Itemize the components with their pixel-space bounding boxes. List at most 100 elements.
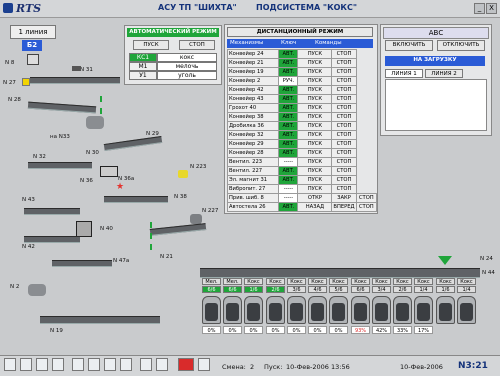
- bunker-silo-icon[interactable]: [436, 296, 455, 324]
- bunker-fraction[interactable]: 2/6: [393, 286, 412, 293]
- start-button[interactable]: ПУСК: [297, 94, 333, 104]
- start-button[interactable]: ПУСК: [297, 49, 333, 59]
- mode-key[interactable]: АВТ.: [278, 85, 299, 95]
- start-button[interactable]: ПУСК: [297, 175, 333, 185]
- stop-all-icon[interactable]: [178, 358, 194, 371]
- conveyor-29[interactable]: [103, 135, 163, 152]
- bunker-fraction[interactable]: 1/4: [457, 286, 476, 293]
- bunker-silo-icon[interactable]: [329, 296, 348, 324]
- bunker-fraction[interactable]: 4/6: [308, 286, 327, 293]
- mode-key[interactable]: АВТ.: [278, 130, 299, 140]
- toolbar-document-icon[interactable]: [72, 358, 84, 371]
- mode-key[interactable]: АВТ.: [278, 139, 299, 149]
- auto-start-button[interactable]: ПУСК: [133, 40, 169, 50]
- start-button[interactable]: ПУСК: [297, 157, 333, 167]
- bunker-silo-icon[interactable]: [372, 296, 391, 324]
- bunker-fraction[interactable]: 3/4: [372, 286, 391, 293]
- stop-button[interactable]: СТОП: [331, 103, 357, 113]
- mode-key[interactable]: АВТ.: [278, 112, 299, 122]
- stop-button[interactable]: СТОП: [331, 130, 357, 140]
- tripper-car-icon[interactable]: [438, 256, 452, 265]
- abc-on-button[interactable]: ВКЛЮЧИТЬ: [385, 40, 433, 51]
- crusher-n2-icon[interactable]: [28, 284, 46, 296]
- conveyor-42[interactable]: [24, 236, 80, 243]
- mode-key[interactable]: АВТ.: [278, 148, 299, 158]
- bunker-silo-icon[interactable]: [393, 296, 412, 324]
- conveyor-47a[interactable]: [52, 260, 112, 267]
- toolbar-print-icon[interactable]: [104, 358, 116, 371]
- auto-row-coal[interactable]: У1 уголь: [129, 71, 217, 80]
- toolbar-help-icon[interactable]: [198, 358, 210, 371]
- toolbar-chart-icon[interactable]: [52, 358, 64, 371]
- conveyor-28[interactable]: [27, 101, 97, 114]
- stop-button[interactable]: СТОП: [331, 157, 357, 167]
- bunker-silo-icon[interactable]: [414, 296, 433, 324]
- toolbar-alarm-icon[interactable]: [156, 358, 168, 371]
- start-button[interactable]: ПУСК: [297, 76, 333, 86]
- distribution-conveyor-24[interactable]: [200, 268, 480, 278]
- start-button[interactable]: ПУСК: [297, 148, 333, 158]
- bunker-fraction[interactable]: 6/6: [202, 286, 221, 293]
- mode-key[interactable]: АВТ.: [278, 58, 299, 68]
- tab-line-1[interactable]: ЛИНИЯ 1: [385, 69, 423, 78]
- bunker-silo-icon[interactable]: [351, 296, 370, 324]
- mode-key[interactable]: -----: [278, 184, 299, 194]
- load-button[interactable]: НА ЗАГРУЗКУ: [385, 56, 485, 66]
- start-button[interactable]: ПУСК: [297, 166, 333, 176]
- command-button[interactable]: ЗАКР: [331, 193, 357, 203]
- mode-key[interactable]: АВТ.: [278, 94, 299, 104]
- bunker-silo-icon[interactable]: [287, 296, 306, 324]
- stop-button[interactable]: СТОП: [331, 85, 357, 95]
- toolbar-folder-icon[interactable]: [88, 358, 100, 371]
- stop-button[interactable]: СТОП: [331, 148, 357, 158]
- start-button[interactable]: ПУСК: [297, 58, 333, 68]
- mode-key[interactable]: АВТ.: [278, 121, 299, 131]
- start-button[interactable]: ПУСК: [297, 130, 333, 140]
- abc-off-button[interactable]: ОТКЛЮЧИТЬ: [437, 40, 485, 51]
- fan-227-icon[interactable]: [190, 214, 202, 224]
- bunker-fraction[interactable]: 5/6: [329, 286, 348, 293]
- bunker-fraction[interactable]: 3/6: [287, 286, 306, 293]
- conveyor-32[interactable]: [28, 162, 92, 169]
- mode-key[interactable]: АВТ.: [278, 202, 299, 212]
- mode-key[interactable]: РУЧ.: [278, 76, 299, 86]
- stop-button[interactable]: СТОП: [331, 76, 357, 86]
- start-button[interactable]: ПУСК: [297, 139, 333, 149]
- mode-key[interactable]: АВТ.: [278, 67, 299, 77]
- stop-button[interactable]: СТОП: [331, 139, 357, 149]
- start-button[interactable]: ПУСК: [297, 184, 333, 194]
- mode-key[interactable]: АВТ.: [278, 175, 299, 185]
- stop-button[interactable]: СТОП: [331, 49, 357, 59]
- bunker-silo-icon[interactable]: [223, 296, 242, 324]
- auto-row-coke[interactable]: КС1 кокс: [129, 53, 217, 62]
- gate-icon[interactable]: [27, 54, 39, 65]
- bunker-fraction[interactable]: 6/6: [351, 286, 370, 293]
- bunker-silo-icon[interactable]: [202, 296, 221, 324]
- stop-button[interactable]: СТОП: [331, 94, 357, 104]
- mode-key[interactable]: АВТ.: [278, 49, 299, 59]
- bunker-silo-icon[interactable]: [266, 296, 285, 324]
- toolbar-settings-icon[interactable]: [120, 358, 132, 371]
- toolbar-monitor-icon[interactable]: [4, 358, 16, 371]
- bunker-fraction[interactable]: 1/6: [244, 286, 263, 293]
- stop-button[interactable]: СТОП: [355, 193, 378, 203]
- stop-button[interactable]: СТОП: [331, 58, 357, 68]
- start-button[interactable]: ПУСК: [297, 112, 333, 122]
- toolbar-schema-icon[interactable]: [20, 358, 32, 371]
- bunker-fraction[interactable]: 1/4: [414, 286, 433, 293]
- mode-key[interactable]: -----: [278, 193, 299, 203]
- bunker-fraction[interactable]: 1/6: [436, 286, 455, 293]
- mode-key[interactable]: -----: [278, 157, 299, 167]
- conveyor-43[interactable]: [24, 208, 80, 215]
- conveyor-38[interactable]: [104, 196, 168, 203]
- stop-button[interactable]: СТОП: [331, 121, 357, 131]
- conveyor-227[interactable]: [149, 223, 207, 236]
- stop-button[interactable]: СТОП: [355, 202, 378, 212]
- tab-line-2[interactable]: ЛИНИЯ 2: [425, 69, 463, 78]
- crusher-36-icon[interactable]: [100, 166, 118, 177]
- bunker-fraction[interactable]: 6/6: [223, 286, 242, 293]
- conveyor-19[interactable]: [40, 316, 160, 324]
- bunker-b2-badge[interactable]: Б2: [22, 40, 42, 51]
- fan-223-icon[interactable]: [178, 170, 188, 178]
- bunker-silo-icon[interactable]: [308, 296, 327, 324]
